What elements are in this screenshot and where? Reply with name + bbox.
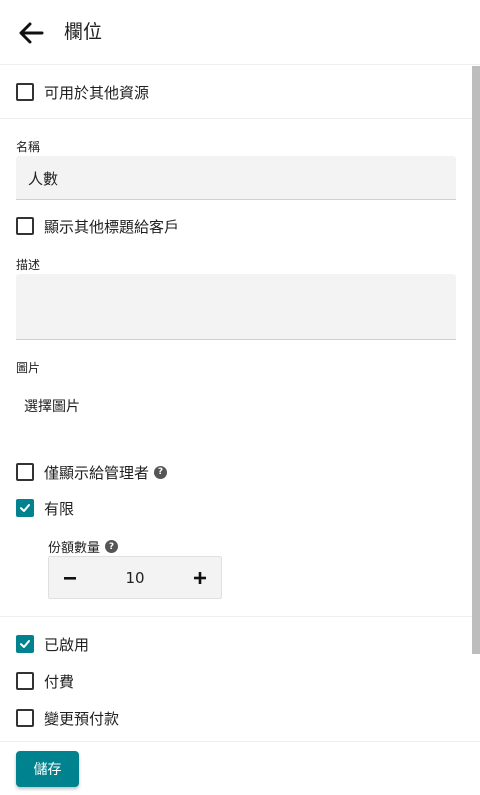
scrollbar[interactable] [472, 66, 480, 654]
enabled-checkbox[interactable]: 已啟用 [16, 632, 89, 656]
checkbox-box[interactable] [16, 463, 34, 481]
limited-label: 有限 [44, 499, 75, 518]
name-field-value: 人數 [28, 170, 59, 188]
help-icon[interactable]: ? [154, 465, 168, 479]
page-title: 欄位 [64, 21, 103, 43]
admin-only-checkbox[interactable]: 僅顯示給管理者 ? [16, 460, 168, 484]
paid-label: 付費 [44, 672, 75, 691]
paid-checkbox[interactable]: 付費 [16, 669, 74, 693]
choose-image-button[interactable]: 選擇圖片 [24, 396, 80, 416]
image-field-label: 圖片 [16, 361, 41, 375]
increment-icon[interactable] [189, 567, 211, 589]
checkbox-box[interactable] [16, 672, 34, 690]
quota-label: 份額數量 [48, 541, 101, 556]
save-button[interactable]: 儲存 [16, 751, 79, 787]
admin-only-label: 僅顯示給管理者 [44, 463, 150, 482]
show-other-title-label: 顯示其他標題給客戶 [44, 217, 180, 236]
decrement-icon[interactable] [59, 567, 81, 589]
checkbox-box[interactable] [16, 83, 34, 101]
checkbox-box[interactable] [16, 709, 34, 727]
show-other-title-checkbox[interactable]: 顯示其他標題給客戶 [16, 214, 179, 238]
limited-checkbox[interactable]: 有限 [16, 496, 74, 520]
name-field[interactable]: 人數 [16, 156, 456, 200]
divider [0, 616, 472, 617]
back-arrow-icon[interactable] [16, 18, 46, 48]
change-deposit-checkbox[interactable]: 變更預付款 [16, 706, 119, 730]
divider [0, 118, 472, 119]
shared-resource-label: 可用於其他資源 [44, 83, 150, 102]
quota-stepper[interactable]: 10 [48, 556, 222, 599]
help-icon[interactable]: ? [105, 540, 119, 553]
shared-resource-checkbox[interactable]: 可用於其他資源 [16, 80, 149, 104]
checkbox-box[interactable] [16, 635, 34, 653]
quota-value[interactable]: 10 [111, 569, 159, 587]
name-field-label: 名稱 [16, 140, 41, 154]
footer-bar: 儲存 [0, 741, 480, 795]
checkbox-box[interactable] [16, 217, 34, 235]
quota-label-row: 份額數量 ? [48, 537, 119, 556]
change-deposit-label: 變更預付款 [44, 709, 120, 728]
app-header: 欄位 [0, 0, 480, 65]
checkbox-box[interactable] [16, 499, 34, 517]
enabled-label: 已啟用 [44, 635, 90, 654]
description-field[interactable] [16, 274, 456, 340]
description-field-label: 描述 [16, 258, 41, 272]
